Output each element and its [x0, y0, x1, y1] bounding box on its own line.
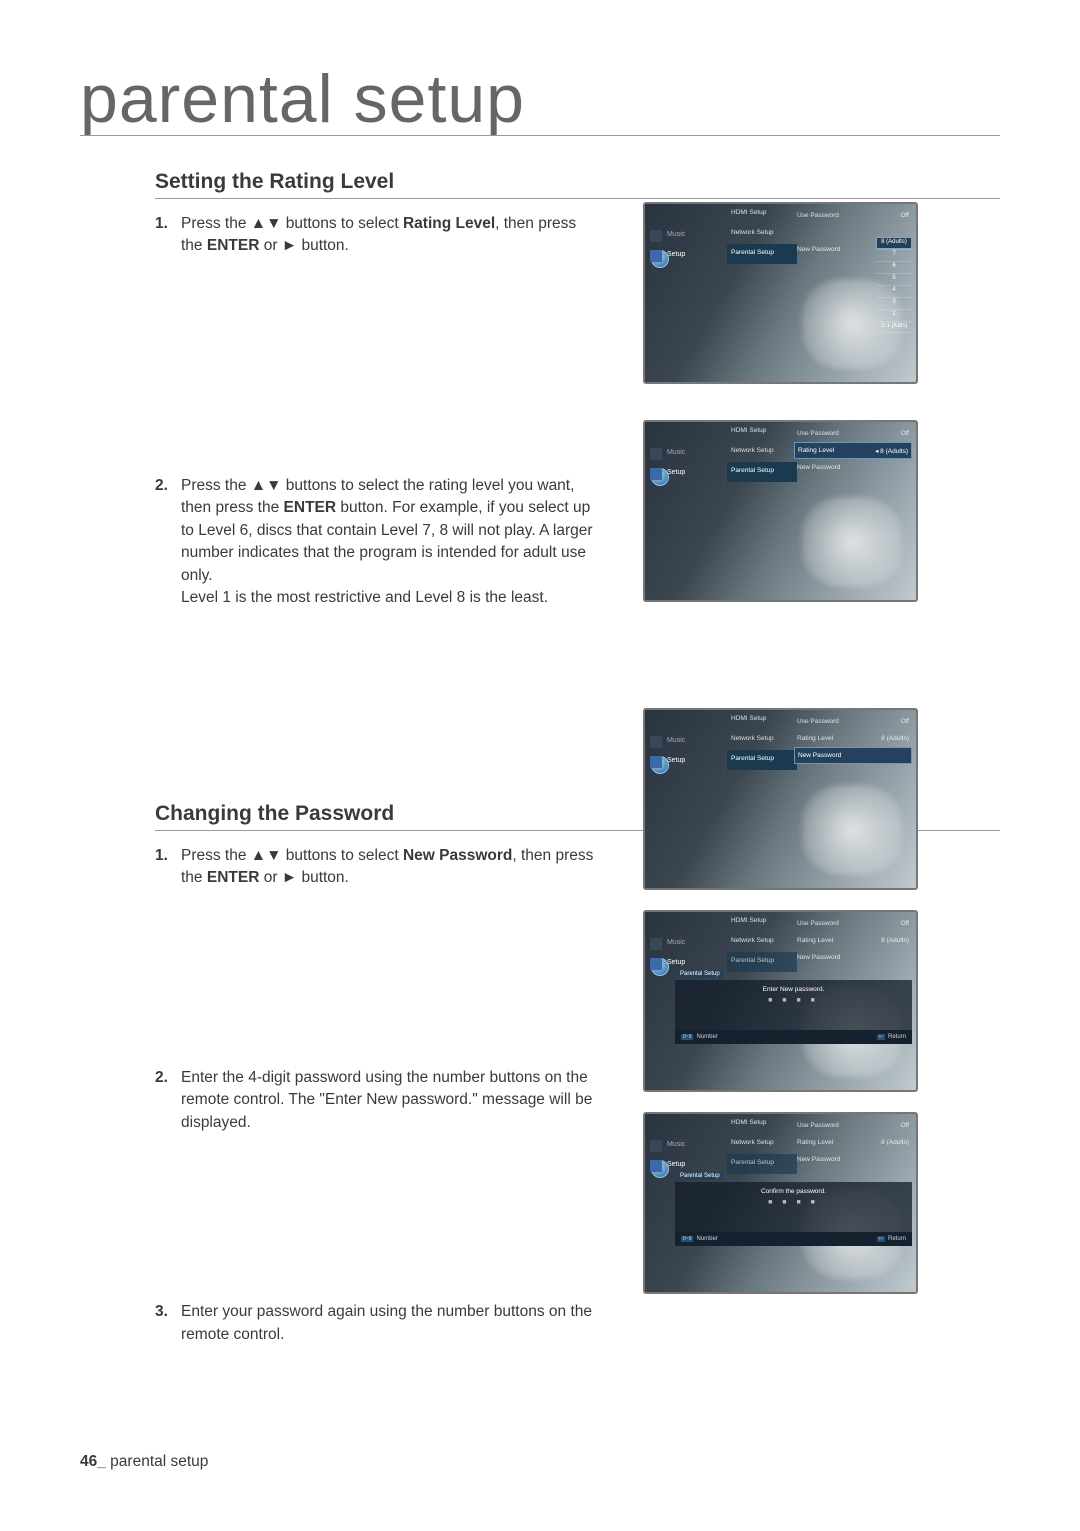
osd-screenshot-confirm-password: Music Setup HDMI Setup Network Setup Par…	[643, 1112, 918, 1294]
osd-screenshot-new-password: Music Setup HDMI Setup Network Setup Par…	[643, 708, 918, 890]
parental-setup-crumb: Parental Setup	[677, 970, 723, 978]
tab-music: Music	[645, 226, 725, 246]
confirm-password-modal: Confirm the password. ■ ■ ■ ■	[675, 1182, 912, 1232]
title-rule	[80, 135, 1000, 136]
new-password-row: New Password	[794, 747, 912, 764]
osd-screenshot-rating-selected: Music Setup HDMI Setup Network Setup Par…	[643, 420, 918, 602]
page-title: parental setup	[80, 60, 525, 138]
rating-dropdown: 8 (Adults) 7 6 5 4 3 2 ☑ 1 (Kids)	[876, 237, 912, 333]
setting-rating-heading: Setting the Rating Level	[155, 170, 1000, 199]
menu-parental-setup: Parental Setup	[727, 244, 797, 264]
page-footer: 46_ parental setup	[80, 1453, 208, 1471]
hint-bar: 0~9Number ↩Return	[675, 1030, 912, 1044]
enter-password-modal: Enter New password. ■ ■ ■ ■	[675, 980, 912, 1030]
tab-setup: Setup	[645, 246, 725, 266]
rating-level-row: Rating Level◂ 8 (Adults)	[794, 442, 912, 459]
osd-screenshot-rating-dropdown: Music Setup HDMI Setup Network Setup Par…	[643, 202, 918, 384]
s2-step3: 3. Enter your password again using the n…	[155, 1301, 1000, 1346]
osd-screenshot-enter-password: Music Setup HDMI Setup Network Setup Par…	[643, 910, 918, 1092]
